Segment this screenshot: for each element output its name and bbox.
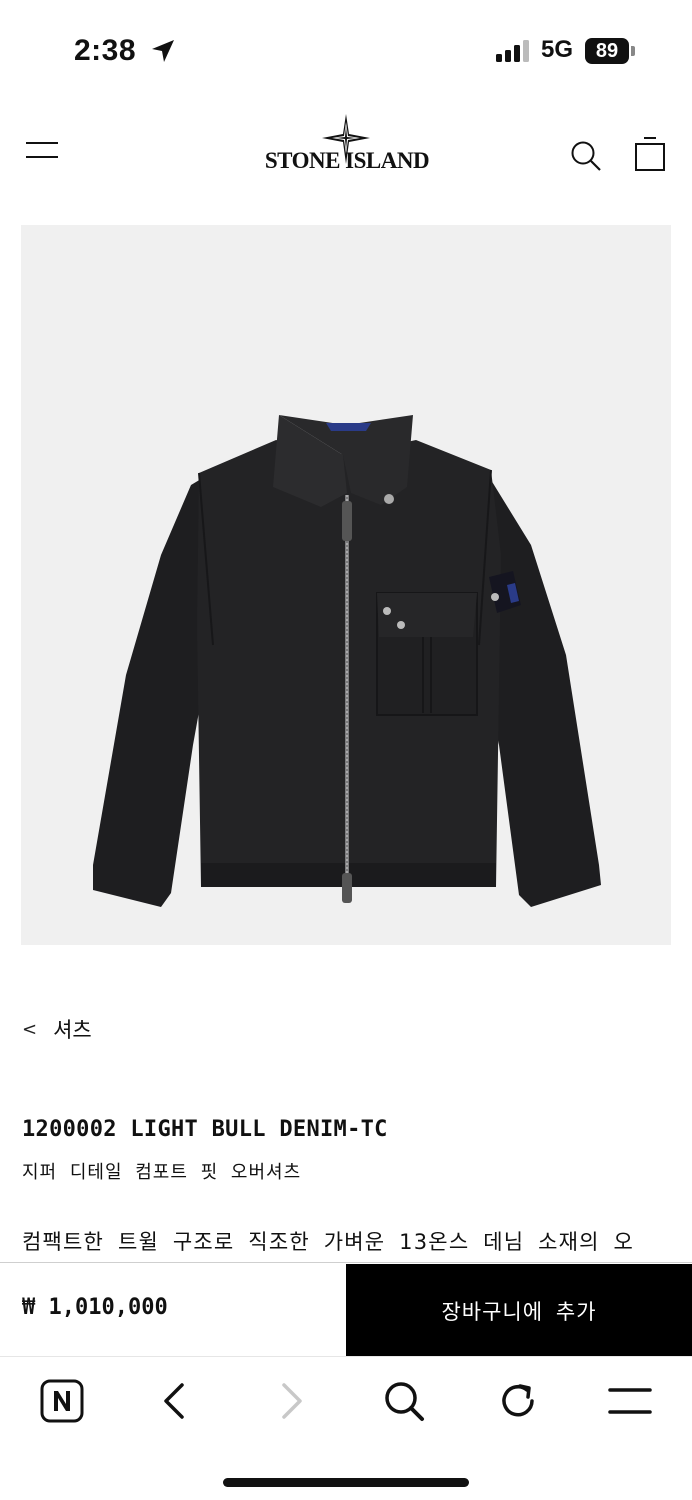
shopping-bag-icon[interactable]	[634, 136, 666, 172]
breadcrumb-category[interactable]: 셔츠	[53, 1014, 92, 1044]
network-type: 5G	[541, 36, 574, 63]
battery-level: 89	[595, 40, 619, 62]
product-title: 1200002 LIGHT BULL DENIM-TC	[22, 1117, 388, 1142]
menu-icon[interactable]	[26, 140, 58, 160]
product-image[interactable]	[21, 225, 671, 945]
search-icon[interactable]	[570, 140, 602, 172]
back-icon[interactable]	[152, 1377, 200, 1425]
product-subtitle: 지퍼 디테일 컴포트 핏 오버셔츠	[22, 1162, 302, 1183]
breadcrumb[interactable]: < 셔츠	[22, 1014, 92, 1044]
forward-icon[interactable]	[266, 1377, 314, 1425]
jacket-illustration	[93, 415, 601, 907]
product-description: 컴팩트한 트윌 구조로 직조한 가벼운 13온스 데님 소재의 오	[22, 1230, 635, 1254]
status-bar: 2:38 5G 89	[0, 0, 692, 100]
purchase-bar: ₩ 1,010,000 장바구니에 추가	[0, 1262, 692, 1357]
home-indicator	[223, 1478, 469, 1487]
reload-icon[interactable]	[494, 1377, 542, 1425]
browser-toolbar	[0, 1356, 692, 1500]
location-arrow-icon	[152, 40, 174, 62]
naver-home-icon[interactable]	[38, 1377, 86, 1425]
chevron-left-icon: <	[22, 1018, 38, 1040]
brand-logo[interactable]: STONE ISLAND	[262, 114, 432, 176]
search-icon[interactable]	[380, 1377, 428, 1425]
status-time: 2:38	[74, 34, 137, 67]
add-to-cart-button[interactable]: 장바구니에 추가	[346, 1264, 692, 1357]
brand-name: STONE ISLAND	[264, 148, 430, 173]
site-header: STONE ISLAND	[0, 100, 692, 210]
menu-icon[interactable]	[606, 1377, 654, 1425]
battery-icon: 89	[585, 38, 637, 64]
cellular-signal-icon	[496, 40, 529, 62]
product-price: ₩ 1,010,000	[22, 1295, 168, 1320]
